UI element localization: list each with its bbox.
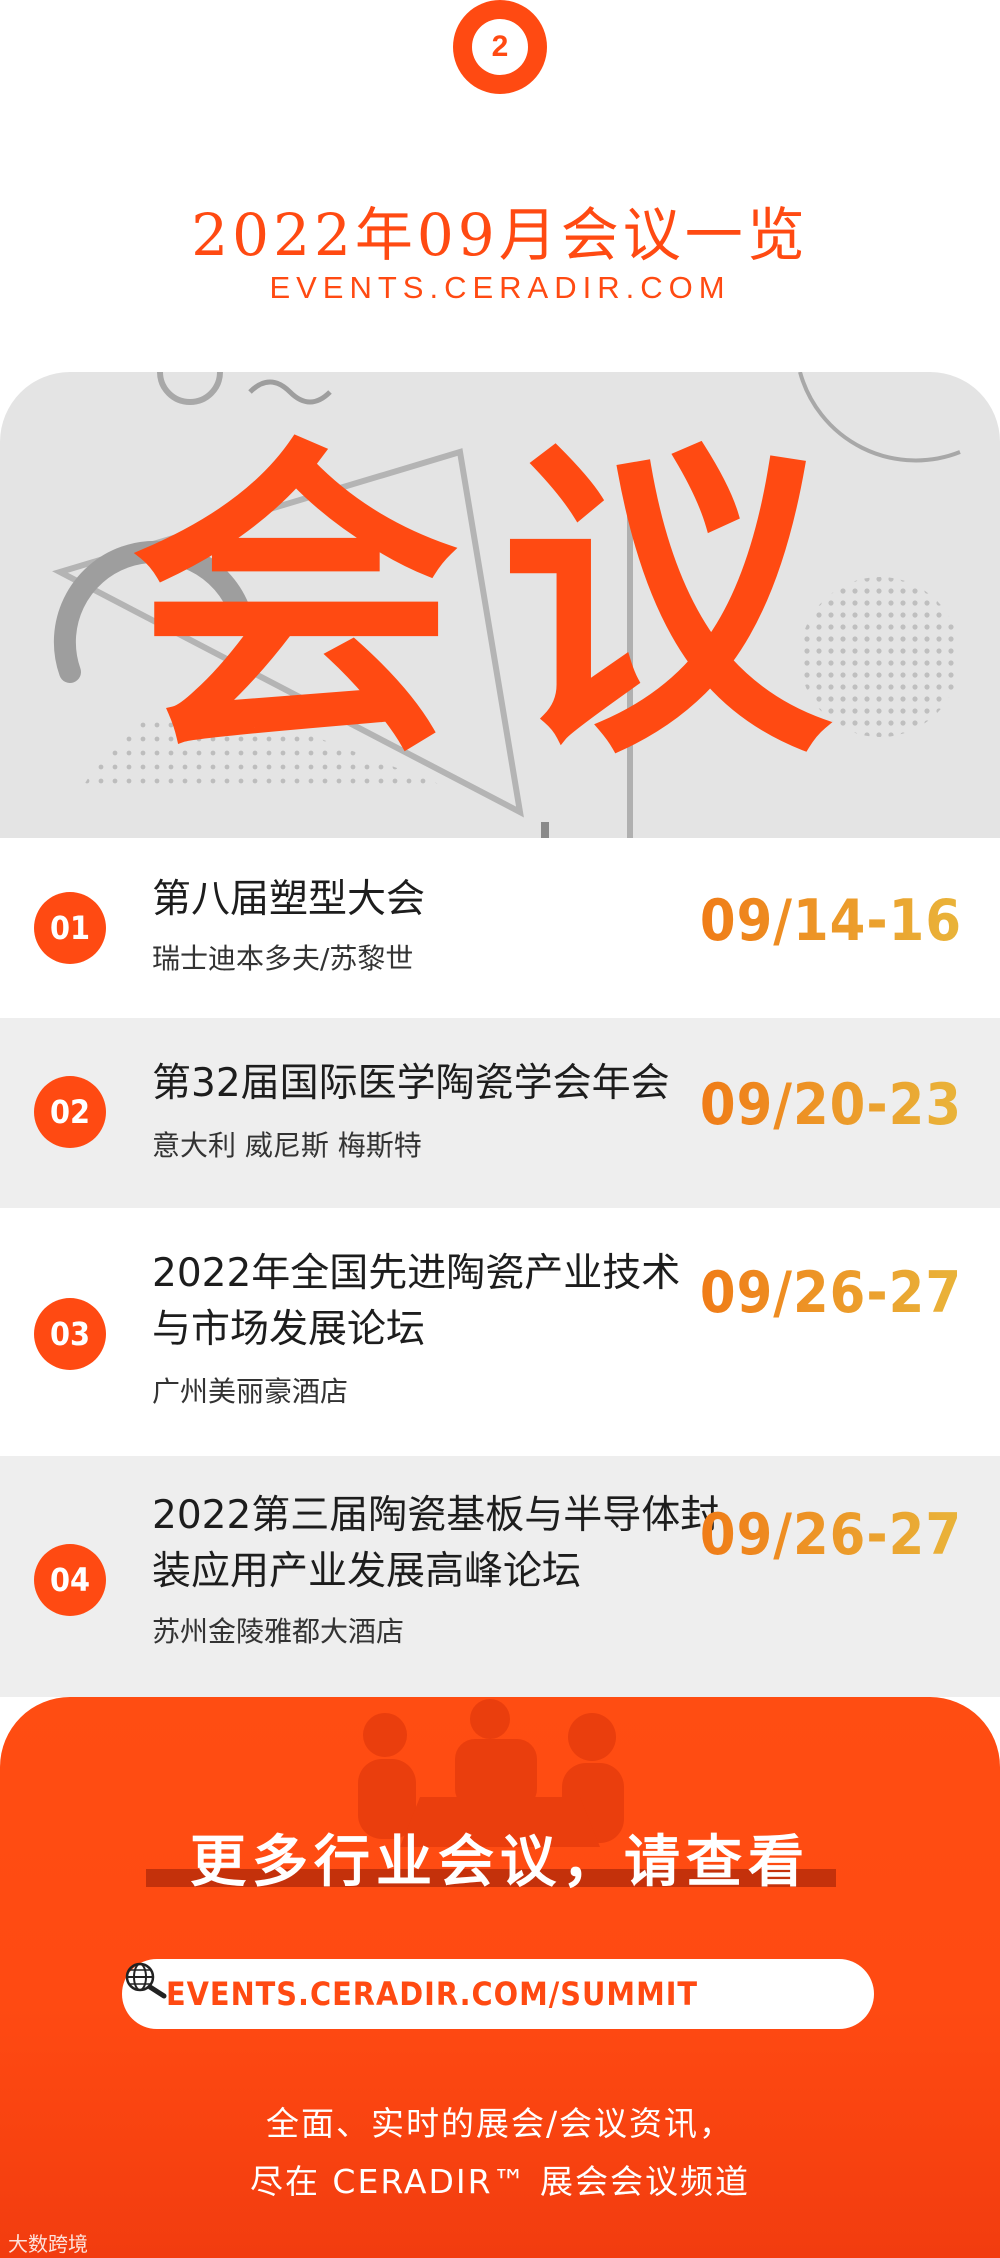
event-row[interactable]: 03 2022年全国先进陶瓷产业技术与市场发展论坛 广州美丽豪酒店 09/26-… (0, 1208, 1000, 1456)
section-number-badge: 2 (453, 0, 547, 94)
event-date: 09/26-27 (692, 1502, 962, 1568)
globe-search-icon (125, 1962, 167, 1999)
event-location: 广州美丽豪酒店 (152, 1375, 349, 1408)
cta-description-line-2: 尽在 CERADIR™ 展会会议频道 (249, 2162, 751, 2201)
cta-description-line-1: 全面、实时的展会/会议资讯， (265, 2104, 735, 2143)
event-date: 09/26-27 (692, 1260, 962, 1326)
event-row[interactable]: 02 第32届国际医学陶瓷学会年会 意大利 威尼斯 梅斯特 09/20-23 (0, 1018, 1000, 1208)
event-location: 苏州金陵雅都大酒店 (152, 1615, 405, 1648)
section-number: 2 (472, 19, 528, 75)
cta-section: 更多行业会议，请查看 EVENTS.CERADIR.COM/SUMMIT 全面、… (0, 1697, 1000, 2258)
summit-link-button[interactable]: EVENTS.CERADIR.COM/SUMMIT (122, 1959, 874, 2029)
event-number-badge: 04 (34, 1544, 106, 1616)
summit-link-text: EVENTS.CERADIR.COM/SUMMIT (165, 1975, 699, 2013)
event-location: 瑞士迪本多夫/苏黎世 (152, 942, 414, 975)
event-number-badge: 02 (34, 1076, 106, 1148)
page-title: 2022年09月会议一览 (191, 201, 809, 269)
event-title: 2022第三届陶瓷基板与半导体封装应用产业发展高峰论坛 (152, 1493, 720, 1594)
event-title: 2022年全国先进陶瓷产业技术与市场发展论坛 (152, 1251, 681, 1352)
event-row[interactable]: 01 第八届塑型大会 瑞士迪本多夫/苏黎世 09/14-16 (0, 838, 1000, 1018)
event-date: 09/20-23 (692, 1072, 962, 1138)
event-number-badge: 03 (34, 1298, 106, 1370)
hero-banner: 会议 (0, 372, 1000, 838)
event-row[interactable]: 04 2022第三届陶瓷基板与半导体封装应用产业发展高峰论坛 苏州金陵雅都大酒店… (0, 1456, 1000, 1697)
event-date: 09/14-16 (692, 888, 962, 954)
event-title: 第八届塑型大会 (152, 877, 426, 922)
hero-title: 会议 (130, 408, 870, 796)
event-title: 第32届国际医学陶瓷学会年会 (152, 1061, 670, 1106)
watermark-logo: 大数跨境 (8, 2232, 88, 2256)
event-location: 意大利 威尼斯 梅斯特 (152, 1129, 422, 1162)
cta-heading: 更多行业会议，请查看 (190, 1830, 810, 1895)
event-number-badge: 01 (34, 892, 106, 964)
page-subtitle-link[interactable]: EVENTS.CERADIR.COM (0, 270, 1000, 306)
